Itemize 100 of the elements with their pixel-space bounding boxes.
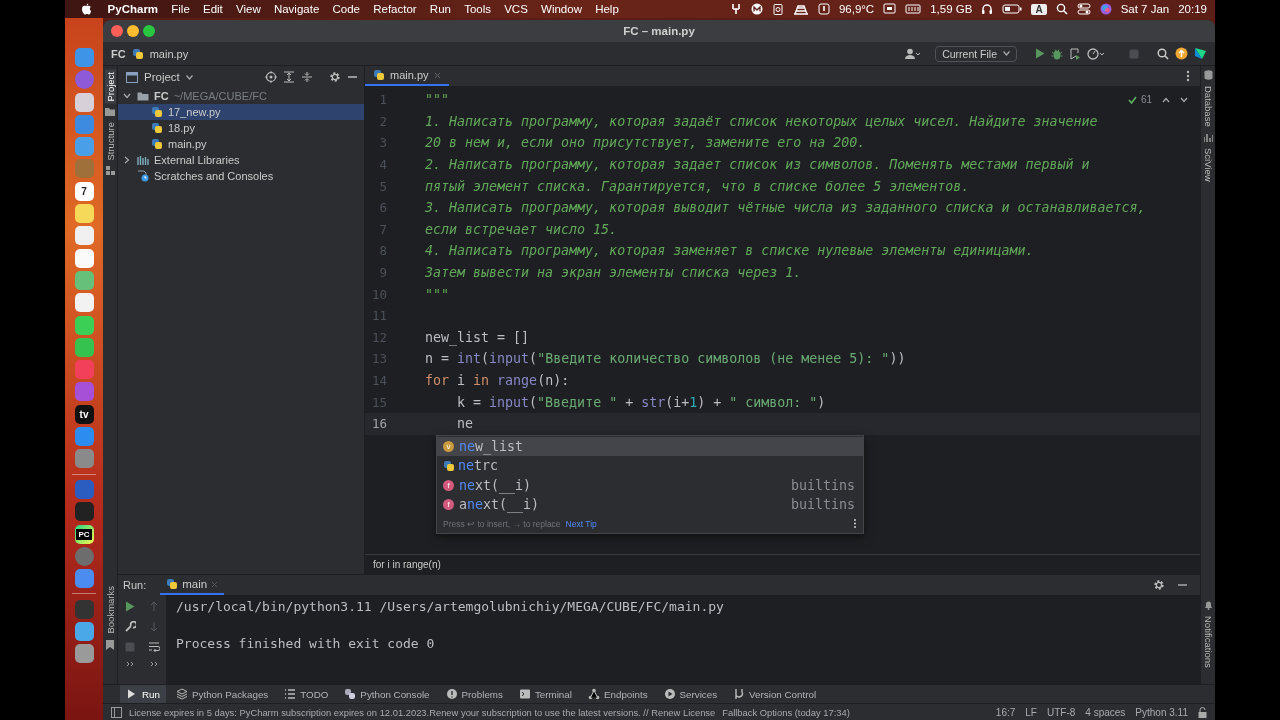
tv-app-icon[interactable]: tv [74, 404, 94, 424]
tool-window-button[interactable]: Problems [439, 685, 509, 703]
breadcrumb[interactable]: main.py [149, 47, 189, 60]
memory-reading[interactable]: 1,59 GB [930, 3, 973, 15]
more-icon[interactable] [1186, 70, 1190, 82]
completion-item[interactable]: f anext(__i) builtins [437, 494, 863, 515]
tool-window-tab[interactable]: Bookmarks [104, 584, 116, 636]
memory-icon[interactable] [905, 4, 922, 14]
next-tip-link[interactable]: Next Tip [565, 518, 597, 529]
menu-item[interactable]: Navigate [267, 3, 326, 15]
tool-window-button[interactable]: Run [120, 685, 166, 703]
tool-window-tab[interactable]: SciView [1202, 145, 1214, 184]
menu-item[interactable]: Code [325, 3, 367, 15]
tree-item[interactable]: 18.py [118, 120, 364, 136]
panel-toggle-icon[interactable] [111, 706, 122, 718]
expand-icon[interactable] [126, 661, 134, 667]
inspection-count[interactable]: 61 [1140, 94, 1152, 105]
input-source[interactable]: A [1031, 3, 1047, 15]
bug-icon[interactable] [1051, 47, 1063, 60]
status-message[interactable]: License expires in 5 days: PyCharm subscription expires on 12.01.2023.Renew your subscription to use the latest versions. // Renew License [129, 706, 716, 718]
panel-title[interactable]: Project [144, 71, 180, 83]
completion-item[interactable]: f next(__i) builtins [437, 475, 863, 495]
app-name[interactable]: PyCharm [101, 3, 165, 15]
menu-item[interactable]: Help [588, 3, 626, 15]
menu-item[interactable]: Tools [457, 3, 498, 15]
profiler-icon[interactable] [1087, 47, 1105, 60]
search-icon[interactable] [1055, 3, 1068, 15]
app-icon[interactable] [74, 622, 94, 641]
fork-icon[interactable] [729, 3, 742, 15]
tool-window-button[interactable]: Python Console [338, 685, 436, 703]
tool-window-button[interactable]: TODO [278, 685, 335, 703]
app-icon[interactable] [74, 92, 94, 112]
completion-item[interactable]: v new_list [437, 437, 863, 457]
settings-icon[interactable] [1153, 579, 1165, 591]
minimize-button[interactable] [127, 25, 139, 37]
toggles-icon[interactable] [1076, 3, 1091, 15]
collapse-all-icon[interactable] [301, 71, 313, 83]
more-icon[interactable] [853, 518, 857, 530]
search-icon[interactable] [1157, 47, 1169, 60]
app-icon[interactable] [74, 248, 94, 268]
m-circle-icon[interactable] [750, 3, 763, 15]
tool-window-tab[interactable]: Database [1202, 84, 1214, 129]
app-icon[interactable] [74, 293, 94, 313]
tree-item[interactable]: FC ~/MEGA/CUBE/FC [118, 88, 364, 104]
menu-item[interactable]: Edit [196, 3, 230, 15]
menu-item[interactable]: Window [534, 3, 589, 15]
user-icon[interactable] [905, 47, 922, 60]
calendar-icon[interactable]: 7 [74, 181, 94, 201]
battery-icon[interactable] [1002, 4, 1023, 14]
menu-date[interactable]: Sat 7 Jan [1120, 3, 1170, 15]
siri-icon[interactable] [1099, 3, 1112, 15]
breadcrumb[interactable]: FC [111, 47, 126, 60]
chevron-right-icon[interactable] [124, 156, 130, 164]
tree-item[interactable]: main.py [118, 136, 364, 152]
tool-window-button[interactable]: Version Control [727, 685, 823, 703]
fallback-options[interactable]: Fallback Options (today 17:34) [722, 706, 850, 718]
app-icon[interactable] [74, 644, 94, 664]
wrap-icon[interactable] [148, 641, 160, 652]
update-icon[interactable] [1175, 47, 1188, 60]
close-icon[interactable] [433, 71, 441, 79]
temperature-reading[interactable]: 96,9°C [838, 3, 875, 15]
tree-item[interactable]: 17_new.py [118, 104, 364, 120]
tool-window-tab[interactable]: Structure [104, 119, 116, 163]
breadcrumb[interactable]: for i in range(n) [373, 559, 441, 570]
indent-setting[interactable]: 4 spaces [1085, 706, 1126, 718]
tool-window-button[interactable]: Python Packages [170, 685, 275, 703]
chevron-down-icon[interactable] [1180, 96, 1188, 103]
lock-icon[interactable] [1198, 706, 1207, 718]
menu-item[interactable]: View [229, 3, 268, 15]
tree-item[interactable]: External Libraries [118, 152, 364, 168]
tool-window-button[interactable]: Endpoints [581, 685, 654, 703]
tool-window-tab[interactable]: Project [104, 70, 116, 104]
editor-tab[interactable]: main.py [365, 66, 449, 86]
run-icon[interactable] [125, 601, 135, 612]
settings-icon[interactable] [329, 71, 341, 83]
menu-item[interactable]: File [164, 3, 197, 15]
clipboard-icon[interactable] [771, 3, 784, 15]
menu-time[interactable]: 20:19 [1178, 3, 1207, 15]
stack-icon[interactable] [792, 3, 809, 15]
menu-item[interactable]: Run [423, 3, 458, 15]
wrench-icon[interactable] [124, 621, 136, 633]
headphones-icon[interactable] [981, 3, 994, 15]
run-config-dropdown[interactable]: Current File [935, 45, 1017, 62]
pycharm-app-icon[interactable]: PC [74, 524, 94, 544]
interpreter-label[interactable]: Python 3.11 [1135, 706, 1188, 718]
app-icon[interactable] [74, 502, 94, 522]
completion-item[interactable]: netrc [437, 456, 863, 476]
menu-item[interactable]: Refactor [366, 3, 424, 15]
screen-icon[interactable] [883, 3, 897, 15]
chevron-up-icon[interactable] [1162, 96, 1170, 103]
chevron-down-icon[interactable] [123, 93, 131, 99]
app-icon[interactable] [74, 226, 94, 246]
tool-window-button[interactable]: Terminal [512, 685, 578, 703]
file-encoding[interactable]: UTF-8 [1047, 706, 1076, 718]
logo-icon[interactable] [1194, 47, 1207, 60]
cursor-position[interactable]: 16:7 [995, 706, 1016, 718]
close-button[interactable] [111, 25, 123, 37]
target-icon[interactable] [265, 71, 277, 83]
line-separator[interactable]: LF [1025, 706, 1037, 718]
tree-item[interactable]: Scratches and Consoles [118, 168, 364, 184]
